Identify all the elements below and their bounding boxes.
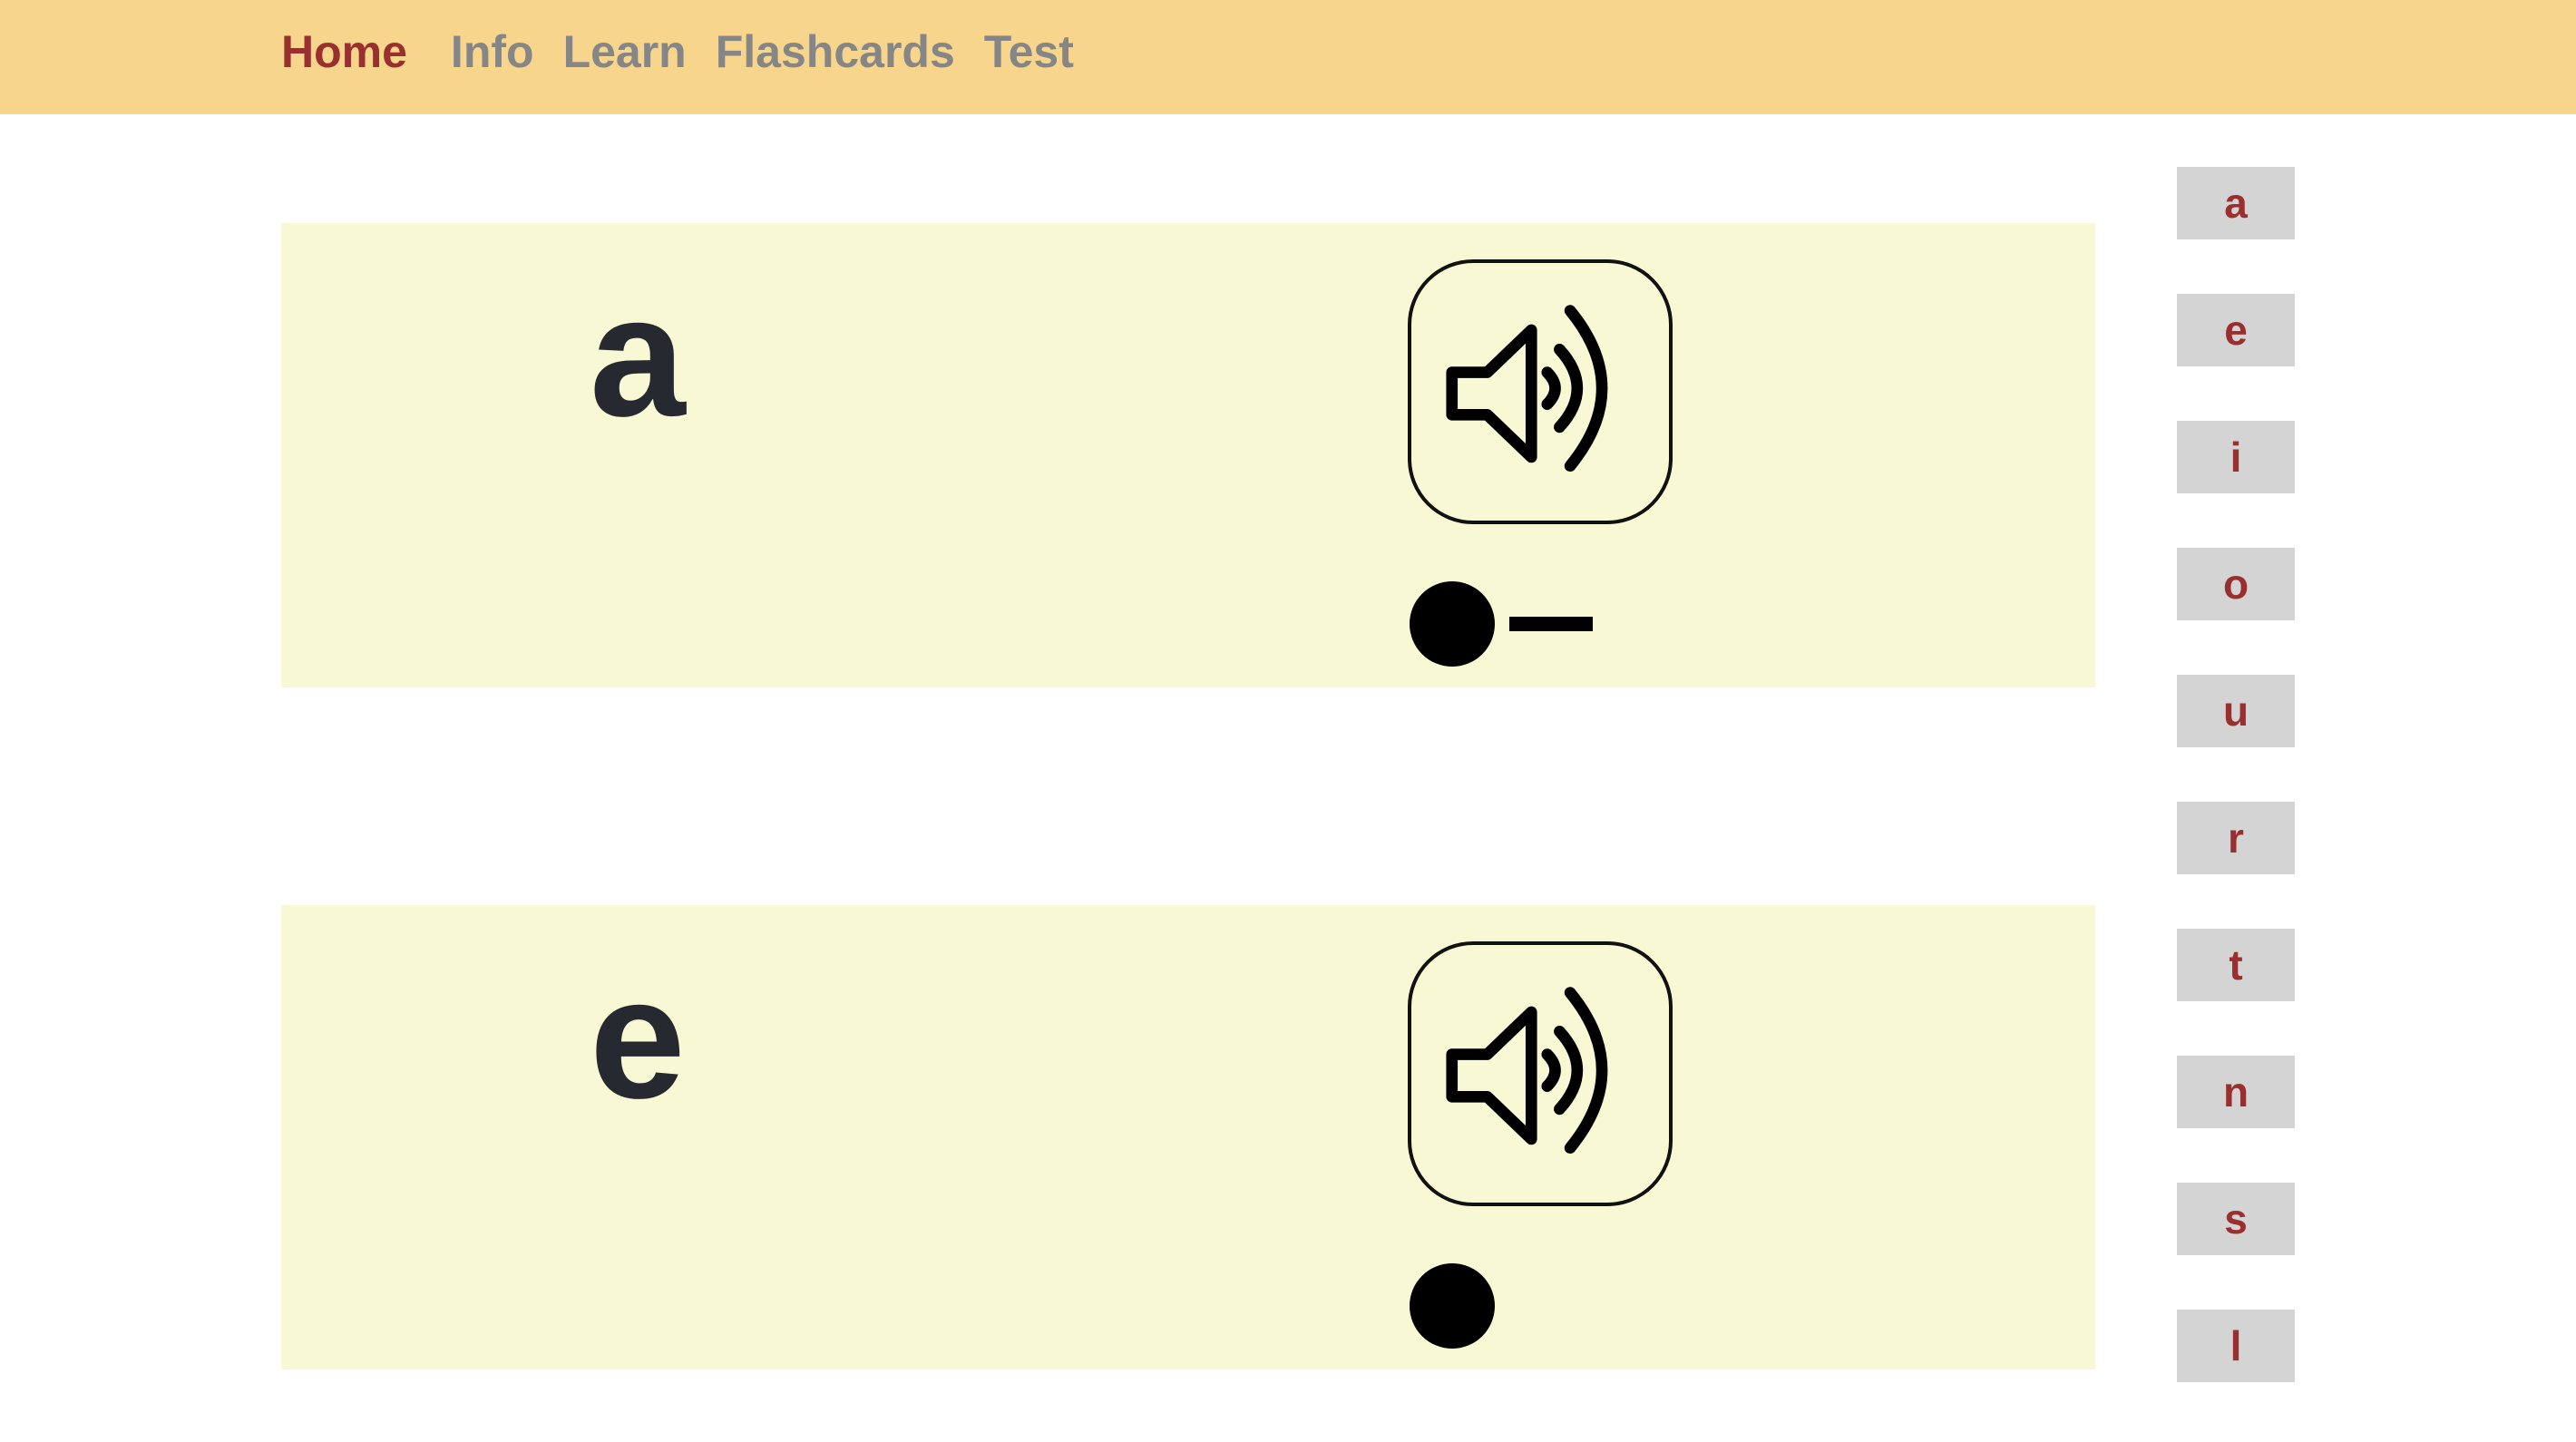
letter-link-a[interactable]: a: [2177, 167, 2295, 239]
top-nav-bar: Home Info Learn Flashcards Test: [0, 0, 2576, 114]
letter-link-i[interactable]: i: [2177, 421, 2295, 493]
nav-info-link[interactable]: Info: [451, 25, 534, 78]
card-letter: a: [590, 260, 686, 453]
letter-link-t[interactable]: t: [2177, 929, 2295, 1001]
letter-link-n[interactable]: n: [2177, 1056, 2295, 1128]
card-letter: e: [590, 942, 686, 1135]
morse-code: [1410, 580, 1607, 667]
nav-learn-link[interactable]: Learn: [563, 25, 687, 78]
letter-link-o[interactable]: o: [2177, 548, 2295, 620]
main-nav: Home Info Learn Flashcards Test: [281, 0, 1103, 103]
letter-index-sidebar: a e i o u r t n s l: [2177, 167, 2295, 1437]
letter-link-e[interactable]: e: [2177, 294, 2295, 366]
letter-link-s[interactable]: s: [2177, 1183, 2295, 1255]
play-sound-button[interactable]: [1408, 259, 1673, 524]
morse-dot: [1410, 1263, 1495, 1349]
speaker-icon: [1446, 305, 1608, 473]
letter-link-r[interactable]: r: [2177, 802, 2295, 874]
nav-home-link[interactable]: Home: [281, 25, 407, 78]
letter-card: a: [281, 223, 2095, 687]
morse-dash: [1509, 617, 1593, 631]
play-sound-button[interactable]: [1408, 941, 1673, 1206]
letter-card: e: [281, 905, 2095, 1369]
nav-test-link[interactable]: Test: [984, 25, 1074, 78]
nav-flashcards-link[interactable]: Flashcards: [716, 25, 955, 78]
letter-link-l[interactable]: l: [2177, 1310, 2295, 1382]
letter-link-u[interactable]: u: [2177, 675, 2295, 747]
morse-dot: [1410, 581, 1495, 667]
speaker-icon: [1446, 987, 1608, 1155]
morse-code: [1410, 1262, 1509, 1349]
